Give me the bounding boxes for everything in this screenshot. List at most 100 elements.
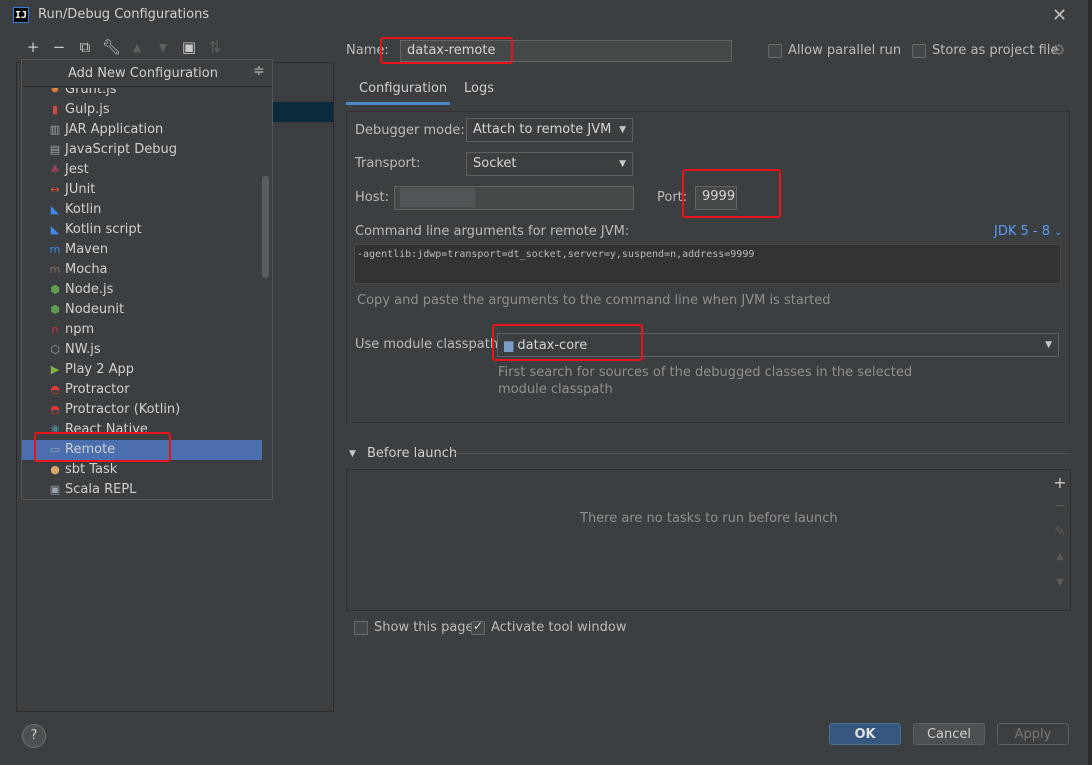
chevron-down-icon: ▼ xyxy=(619,159,626,169)
activate-tool-checkbox[interactable] xyxy=(471,619,485,635)
popup-header: Add New Configuration ≑ xyxy=(22,60,272,87)
tab-logs[interactable]: Logs xyxy=(464,81,494,105)
apply-button[interactable]: Apply xyxy=(997,723,1069,745)
section-divider xyxy=(455,453,1070,454)
sort-icon[interactable]: ⇅ xyxy=(206,38,224,56)
nodeunit-icon: ⬢ xyxy=(50,303,60,316)
popup-item-label: JAR Application xyxy=(65,122,164,137)
before-launch-panel xyxy=(346,469,1071,611)
chevron-down-icon: ▼ xyxy=(1045,340,1052,350)
cmd-args-hint: Copy and paste the arguments to the comm… xyxy=(357,293,831,308)
wrench-icon[interactable]: 🔧︎ xyxy=(102,38,121,56)
jdk-version-link[interactable]: JDK 5 - 8 ⌄ xyxy=(994,224,1063,239)
nwjs-icon: ⬡ xyxy=(50,343,60,356)
allow-parallel-checkbox[interactable] xyxy=(768,44,782,58)
scala-repl-icon: ▣ xyxy=(49,483,61,496)
popup-item-node-js[interactable]: ⬢ Node.js xyxy=(22,280,262,300)
host-label: Host: xyxy=(355,190,389,205)
popup-item-gulp-js[interactable]: ▮ Gulp.js xyxy=(22,100,262,120)
host-blurred-mask xyxy=(400,188,475,207)
chevron-down-icon: ⌄ xyxy=(1054,227,1063,238)
popup-item-jest[interactable]: ♣ Jest xyxy=(22,160,262,180)
popup-item-npm[interactable]: n npm xyxy=(22,320,262,340)
before-launch-empty-text: There are no tasks to run before launch xyxy=(580,511,838,526)
move-up-icon[interactable]: ▲ xyxy=(128,41,146,54)
close-icon[interactable]: ✕ xyxy=(1052,5,1067,26)
popup-item-label: Protractor (Kotlin) xyxy=(65,402,181,417)
popup-item-label: Scala REPL xyxy=(65,482,137,497)
store-project-checkbox[interactable] xyxy=(912,44,926,58)
popup-item-protractor-kotlin[interactable]: ◓ Protractor (Kotlin) xyxy=(22,400,262,420)
ok-button[interactable]: OK xyxy=(829,723,901,745)
show-page-label: Show this page xyxy=(374,620,474,635)
module-hint-line-2: module classpath xyxy=(498,382,613,397)
show-page-checkbox[interactable] xyxy=(354,621,368,635)
collapse-icon[interactable]: ≑ xyxy=(253,63,265,79)
kotlin-script-icon: ◣ xyxy=(50,223,60,236)
collapse-arrow-icon[interactable]: ▼ xyxy=(349,449,356,459)
gulp-icon: ▮ xyxy=(51,103,59,116)
popup-item-play-2-app[interactable]: ▶ Play 2 App xyxy=(22,360,262,380)
popup-item-javascript-debug[interactable]: ▤ JavaScript Debug xyxy=(22,140,262,160)
popup-item-grunt-js[interactable]: ✹ Grunt.js xyxy=(22,88,262,100)
popup-item-mocha[interactable]: m Mocha xyxy=(22,260,262,280)
debugger-mode-select[interactable]: Attach to remote JVM ▼ xyxy=(466,118,633,142)
popup-item-maven[interactable]: m Maven xyxy=(22,240,262,260)
cancel-button[interactable]: Cancel xyxy=(913,723,985,745)
popup-item-jar-application[interactable]: ▥ JAR Application xyxy=(22,120,262,140)
popup-item-scala-repl[interactable]: ▣ Scala REPL xyxy=(22,480,262,500)
nodejs-icon: ⬢ xyxy=(50,283,60,296)
store-project-label: Store as project file xyxy=(932,43,1059,58)
cmd-args-field[interactable]: -agentlib:jdwp=transport=dt_socket,serve… xyxy=(354,244,1061,284)
popup-item-protractor[interactable]: ◓ Protractor xyxy=(22,380,262,400)
popup-item-kotlin-script[interactable]: ◣ Kotlin script xyxy=(22,220,262,240)
port-highlight-box xyxy=(682,169,781,218)
help-button[interactable]: ? xyxy=(22,724,46,748)
jest-icon: ♣ xyxy=(50,163,60,176)
intellij-logo-icon: IJ xyxy=(13,7,29,23)
remove-task-icon[interactable]: − xyxy=(1053,498,1067,514)
popup-item-kotlin[interactable]: ◣ Kotlin xyxy=(22,200,262,220)
before-launch-title[interactable]: Before launch xyxy=(367,446,457,461)
popup-item-label: Kotlin script xyxy=(65,222,142,237)
move-task-down-icon[interactable]: ▼ xyxy=(1053,577,1067,588)
popup-item-label: Play 2 App xyxy=(65,362,135,377)
popup-item-nw-js[interactable]: ⬡ NW.js xyxy=(22,340,262,360)
mocha-icon: m xyxy=(49,263,61,276)
activate-tool-label: Activate tool window xyxy=(491,620,627,635)
popup-item-nodeunit[interactable]: ⬢ Nodeunit xyxy=(22,300,262,320)
allow-parallel-label: Allow parallel run xyxy=(788,43,902,58)
popup-item-sbt-task[interactable]: ● sbt Task xyxy=(22,460,262,480)
popup-item-label: Nodeunit xyxy=(65,302,125,317)
protractor-icon: ◓ xyxy=(50,383,60,396)
transport-label: Transport: xyxy=(355,156,421,171)
transport-select[interactable]: Socket ▼ xyxy=(466,152,633,176)
transport-value: Socket xyxy=(473,156,517,171)
sbt-icon: ● xyxy=(50,463,60,476)
move-task-up-icon[interactable]: ▲ xyxy=(1053,551,1067,562)
popup-item-label: Maven xyxy=(65,242,109,257)
move-down-icon[interactable]: ▼ xyxy=(154,41,172,54)
edit-task-icon[interactable]: ✎ xyxy=(1053,524,1067,540)
copy-icon[interactable]: ⧉ xyxy=(76,38,94,56)
gear-icon[interactable]: ⚙ xyxy=(1052,41,1065,59)
module-hint-line-1: First search for sources of the debugged… xyxy=(498,365,913,380)
window-title: Run/Debug Configurations xyxy=(38,7,210,22)
add-icon[interactable]: + xyxy=(24,38,42,56)
debugger-mode-value: Attach to remote JVM xyxy=(473,122,612,137)
tree-selected-row[interactable] xyxy=(272,102,333,122)
popup-item-junit[interactable]: ↔ JUnit xyxy=(22,180,262,200)
popup-item-label: JavaScript Debug xyxy=(65,142,178,157)
remove-icon[interactable]: − xyxy=(50,38,68,56)
name-highlight-box xyxy=(380,37,513,64)
title-bar: IJ Run/Debug Configurations ✕ xyxy=(0,0,1092,30)
junit-icon: ↔ xyxy=(50,183,60,196)
js-debug-icon: ▤ xyxy=(49,143,61,156)
grunt-icon: ✹ xyxy=(50,88,60,96)
popup-scrollbar[interactable] xyxy=(262,176,269,278)
popup-item-label: JUnit xyxy=(65,182,96,197)
background-ide-edge xyxy=(1088,0,1092,765)
add-task-icon[interactable]: + xyxy=(1053,473,1067,492)
kotlin-icon: ◣ xyxy=(50,203,60,216)
new-folder-icon[interactable]: ▣ xyxy=(180,38,198,56)
